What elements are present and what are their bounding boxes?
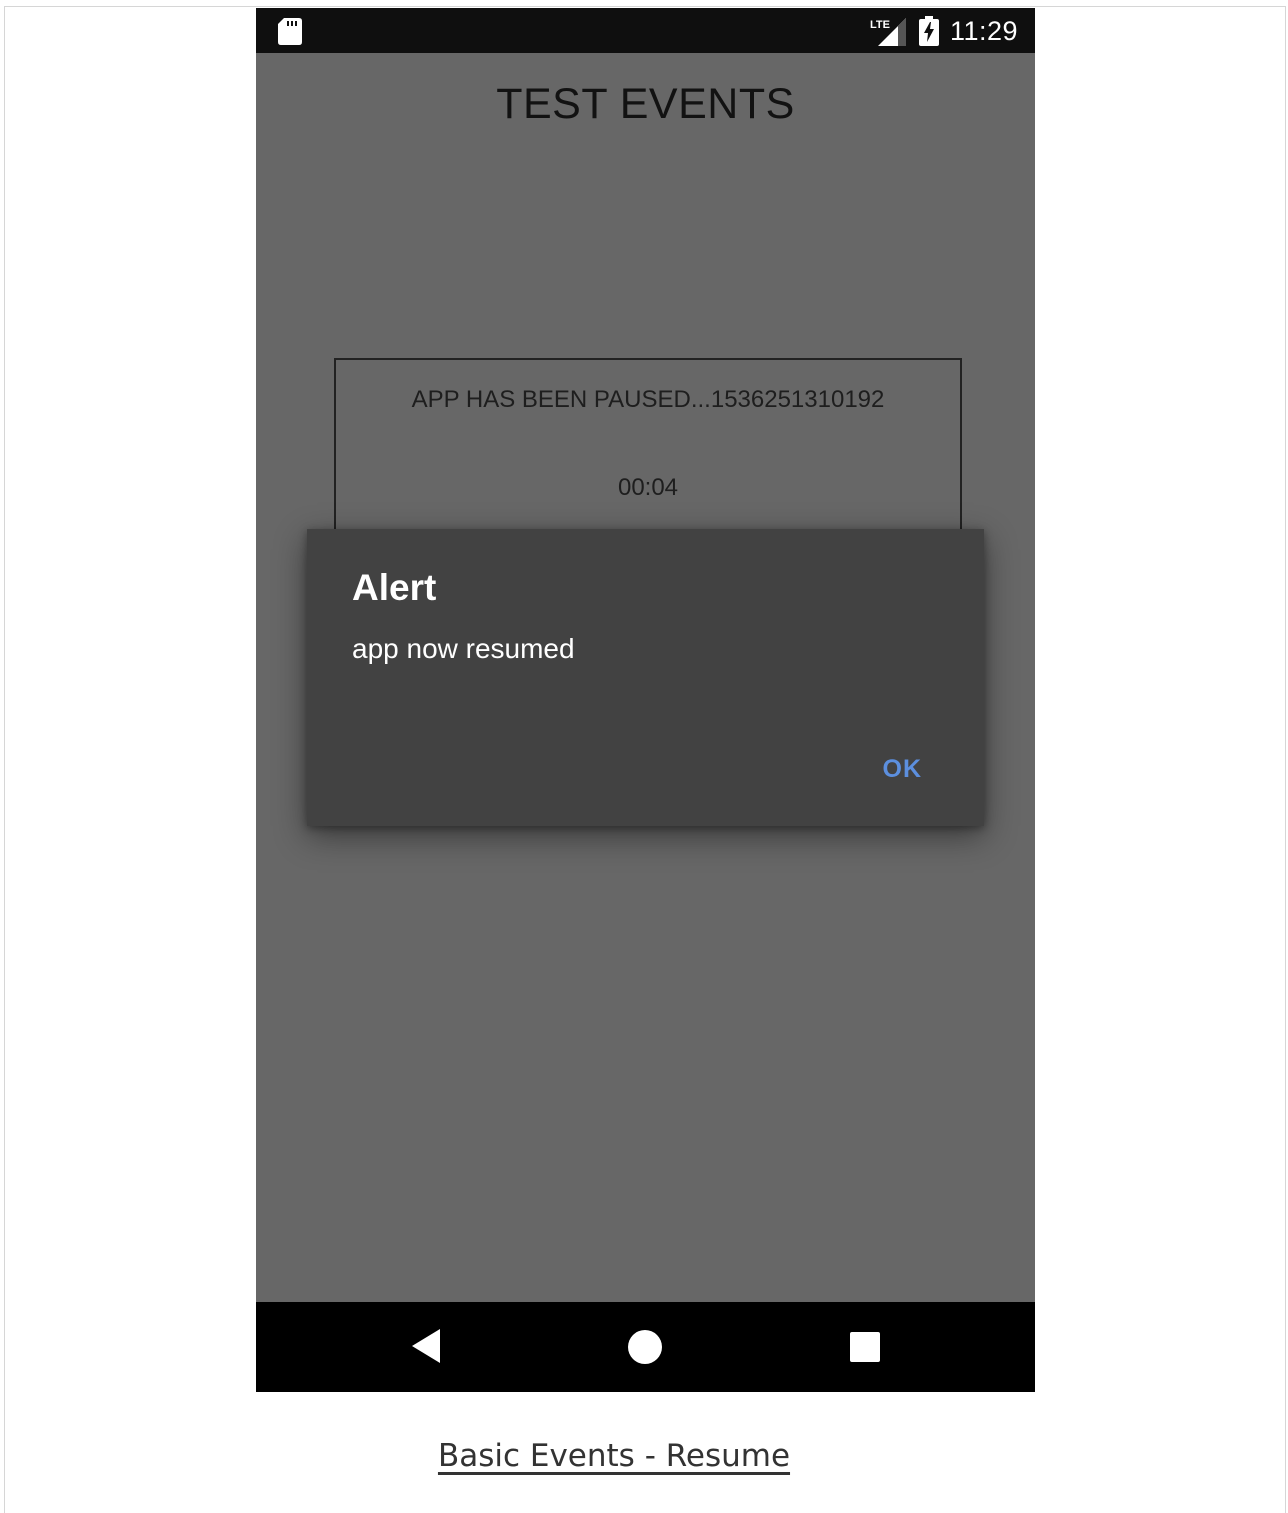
event-status-text: APP HAS BEEN PAUSED...1536251310192 [411,386,885,413]
figure-caption: Basic Events - Resume [0,1438,1228,1474]
status-clock: 11:29 [950,16,1019,46]
battery-charging-icon [919,16,939,46]
home-icon[interactable] [627,1329,663,1365]
status-bar: LTE 11:29 [256,8,1035,53]
sd-card-icon [278,18,302,45]
phone-screen: LTE 11:29 TEST EVENTS APP HAS BEEN PAUSE… [256,8,1035,1392]
lte-signal-icon: LTE [870,18,906,46]
event-timer: 00:04 [617,474,679,501]
dialog-title: Alert [352,567,437,608]
svg-text:LTE: LTE [870,19,890,31]
recents-icon[interactable] [850,1332,880,1362]
back-icon[interactable] [410,1327,442,1365]
dialog-message: app now resumed [352,633,575,664]
page-title: TEST EVENTS [496,80,795,128]
alert-dialog: Alert app now resumed OK [307,529,984,826]
caption-link[interactable]: Basic Events - Resume [438,1438,790,1474]
ok-button[interactable]: OK [883,755,923,784]
navigation-bar [256,1302,1035,1392]
